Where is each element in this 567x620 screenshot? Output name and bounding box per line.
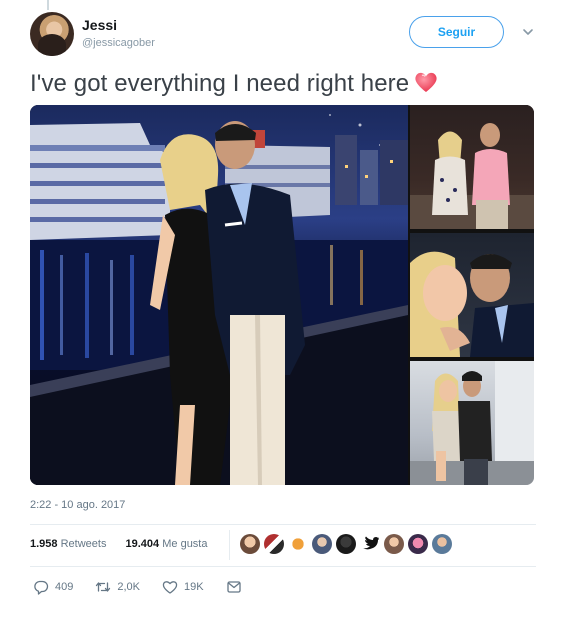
liker-avatar[interactable] [312, 534, 332, 554]
retweet-count: 2,0K [117, 581, 140, 593]
reply-button[interactable]: 409 [33, 579, 73, 595]
liker-avatar[interactable] [408, 534, 428, 554]
liker-avatars [240, 534, 452, 554]
side-photo-2-image [410, 251, 534, 357]
tweet-text-content: I've got everything I need right here [30, 70, 410, 97]
retweets-count[interactable]: 1.958 [30, 538, 58, 550]
tweet-timestamp[interactable]: 2:22 - 10 ago. 2017 [30, 499, 125, 511]
media-grid[interactable] [30, 105, 534, 485]
tweet-stats: 1.958 Retweets 19.404 Me gusta [30, 538, 207, 550]
retweets-label[interactable]: Retweets [61, 538, 107, 550]
reply-icon [34, 580, 49, 595]
chevron-down-icon[interactable] [520, 24, 536, 40]
tweet-text: I've got everything I need right here [30, 70, 439, 98]
like-icon [162, 581, 178, 594]
reply-count: 409 [55, 581, 74, 593]
author-handle[interactable]: @jessicagober [82, 37, 155, 49]
side-photo-1[interactable] [410, 105, 534, 229]
retweet-icon [96, 582, 111, 592]
follow-button[interactable]: Seguir [409, 16, 504, 48]
liker-avatar[interactable] [264, 534, 284, 554]
side-photo-3[interactable] [410, 361, 534, 485]
liker-avatar[interactable] [432, 534, 452, 554]
likes-count[interactable]: 19.404 [126, 538, 160, 550]
tweet-header: Jessi @jessicagober Seguir [30, 10, 537, 56]
side-photo-2[interactable] [410, 233, 534, 357]
side-photo-3-image [410, 361, 534, 485]
divider [30, 524, 536, 525]
retweet-button[interactable]: 2,0K [95, 579, 140, 595]
main-photo-image [30, 114, 408, 485]
liker-avatar[interactable] [240, 534, 260, 554]
liker-avatar[interactable] [288, 534, 308, 554]
like-count: 19K [184, 581, 204, 593]
direct-message-button[interactable] [226, 579, 242, 595]
like-button[interactable]: 19K [162, 579, 204, 595]
thread-connector [47, 0, 49, 10]
avatar[interactable] [30, 12, 74, 56]
bird-icon [363, 536, 379, 550]
liker-avatar[interactable] [360, 534, 380, 554]
direct-message-icon [226, 581, 241, 593]
liker-avatar[interactable] [336, 534, 356, 554]
heart-emoji-icon [415, 72, 437, 92]
side-photo-1-image [410, 123, 534, 229]
liker-avatar[interactable] [384, 534, 404, 554]
author-name[interactable]: Jessi [82, 17, 117, 33]
main-photo[interactable] [30, 105, 408, 485]
likes-label[interactable]: Me gusta [162, 538, 207, 550]
stats-separator [229, 530, 230, 560]
tweet-actions: 409 2,0K 19K [33, 579, 264, 595]
divider [30, 566, 536, 567]
